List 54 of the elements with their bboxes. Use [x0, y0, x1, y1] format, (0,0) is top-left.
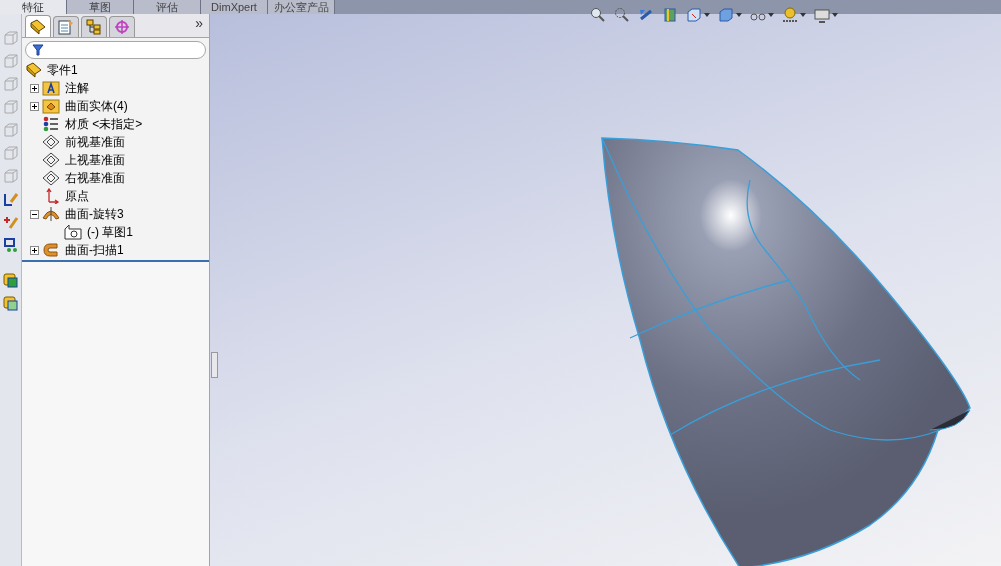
filter-icon — [32, 44, 44, 56]
expand-toggle[interactable] — [30, 245, 39, 255]
panel-tab[interactable] — [109, 16, 135, 37]
tree-item[interactable]: 曲面实体(4) — [65, 97, 128, 115]
zoom-area-icon[interactable] — [614, 7, 630, 23]
tree-root[interactable]: 零件1 — [47, 61, 78, 79]
sketch-pencil-icon[interactable] — [2, 191, 19, 207]
tree-item[interactable]: 上视基准面 — [65, 151, 125, 169]
revolve-icon — [42, 206, 60, 222]
command-tab[interactable]: 草图 — [67, 0, 134, 14]
expand-toggle[interactable] — [30, 83, 39, 93]
sweep-icon — [42, 242, 60, 258]
lighting-icon[interactable] — [782, 7, 798, 23]
collapse-toggle[interactable] — [30, 209, 39, 219]
filter-field[interactable] — [25, 41, 206, 59]
plane-icon — [42, 134, 60, 150]
body-icon[interactable] — [2, 296, 19, 312]
annotation-folder-icon — [42, 80, 60, 96]
folder-icon — [42, 98, 60, 114]
panel-tab[interactable] — [25, 15, 51, 37]
zoom-icon[interactable] — [590, 7, 606, 23]
plus-pencil-icon[interactable] — [2, 214, 19, 230]
tree-item[interactable]: 前视基准面 — [65, 133, 125, 151]
tree-item[interactable]: (-) 草图1 — [87, 223, 133, 241]
tree-item[interactable]: 材质 <未指定> — [65, 115, 143, 133]
target-icon — [113, 19, 131, 35]
tree-item[interactable]: 注解 — [65, 79, 89, 97]
sketch-icon — [64, 224, 82, 240]
command-tab[interactable]: 特征 — [0, 0, 67, 14]
tree-item[interactable]: 原点 — [65, 187, 89, 205]
body-icon[interactable] — [2, 273, 19, 289]
panel-tab[interactable] — [81, 16, 107, 37]
view-orientation-icon[interactable] — [686, 7, 702, 23]
command-tab[interactable]: 办公室产品 — [268, 0, 335, 14]
tree-item[interactable]: 曲面-旋转3 — [65, 205, 124, 223]
material-icon — [42, 116, 60, 132]
part-tree-icon — [29, 18, 47, 35]
tree-item[interactable]: 右视基准面 — [65, 169, 125, 187]
part-icon — [25, 62, 43, 78]
configuration-icon — [85, 19, 103, 35]
section-view-icon[interactable] — [662, 7, 678, 23]
expand-toggle[interactable] — [30, 101, 39, 111]
expand-panel-button[interactable]: » — [195, 13, 203, 34]
plane-icon — [42, 152, 60, 168]
plane-icon — [42, 170, 60, 186]
monitor-icon[interactable] — [814, 7, 830, 23]
panel-collapse-handle[interactable] — [211, 352, 218, 378]
previous-view-icon[interactable] — [638, 7, 654, 23]
command-tab[interactable]: DimXpert — [201, 0, 268, 14]
command-tab[interactable]: 评估 — [134, 0, 201, 14]
relation-icon[interactable] — [2, 237, 19, 253]
property-sheet-icon — [57, 19, 75, 35]
panel-tab[interactable] — [53, 16, 79, 37]
tree-item[interactable]: 曲面-扫描1 — [65, 241, 124, 259]
